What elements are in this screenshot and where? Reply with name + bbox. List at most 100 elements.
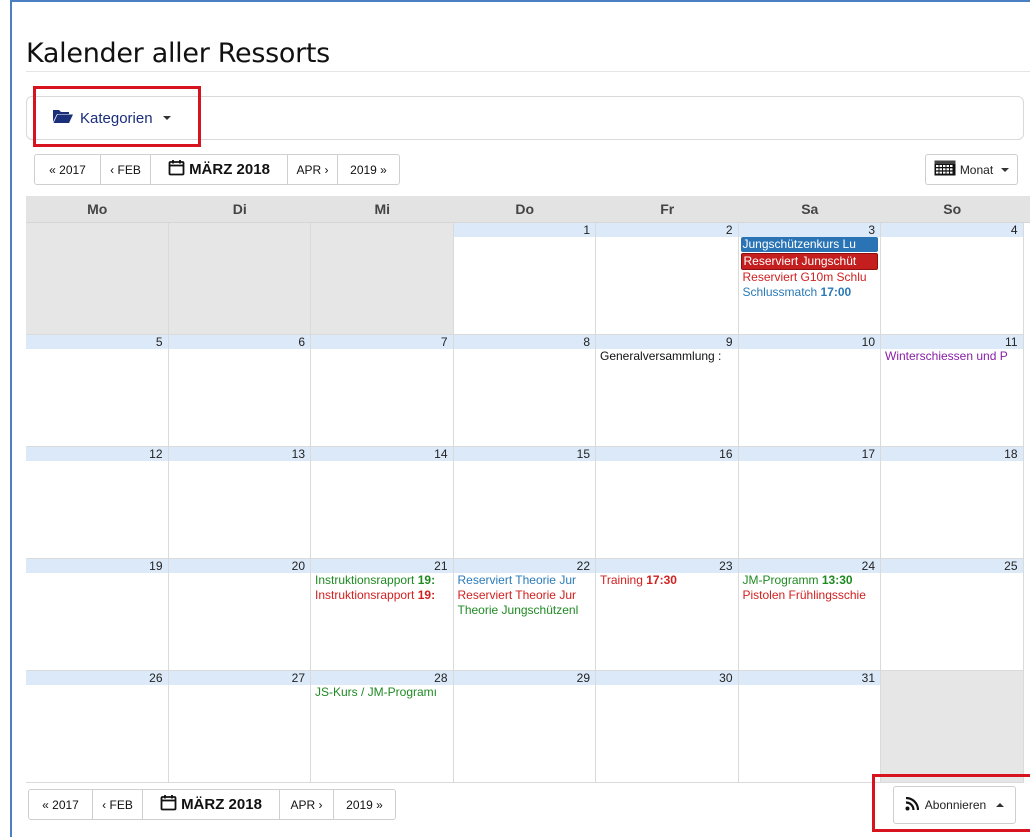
calendar-day-cell[interactable]: 6 (168, 335, 311, 447)
subscribe-dropdown-button[interactable]: Abonnieren (893, 786, 1016, 824)
calendar-day-cell[interactable]: 13 (168, 447, 311, 559)
calendar-day-cell[interactable]: 16 (596, 447, 739, 559)
caret-down-icon (162, 116, 171, 120)
calendar-day-cell[interactable]: 25 (881, 559, 1024, 671)
next-year-button[interactable]: 2019 » (334, 789, 396, 820)
current-month-label: MÄRZ 2018 (181, 796, 262, 813)
event-title: Reserviert Theorie Jur (457, 573, 577, 587)
calendar-day-empty (168, 223, 311, 335)
event-time: 13:30 (821, 573, 853, 587)
calendar-day-cell[interactable]: 30 (596, 671, 739, 783)
calendar-event[interactable]: JM-Programm 13:30 (739, 573, 881, 588)
calendar-day-empty (311, 223, 454, 335)
calendar-event[interactable]: Generalversammlung : (596, 349, 738, 364)
calendar-day-cell[interactable]: 4 (881, 223, 1024, 335)
calendar-day-cell[interactable]: 31 (738, 671, 881, 783)
calendar-weeks: 1 2 3 Jungschützenkurs Lu Reserviert Jungsch… (26, 223, 1030, 783)
event-title: Pistolen Frühlingsschie (742, 588, 866, 602)
calendar-day-cell[interactable]: 1 (453, 223, 596, 335)
day-number: 10 (738, 335, 880, 349)
calendar-day-cell[interactable]: 5 (26, 335, 169, 447)
calendar-day-cell[interactable]: 15 (453, 447, 596, 559)
current-month-button[interactable]: MÄRZ 2018 (151, 154, 288, 185)
day-number: 7 (311, 335, 453, 349)
day-number: 11 (881, 335, 1023, 349)
calendar-event[interactable]: Jungschützenkurs Lu (740, 237, 878, 252)
event-title: Generalversammlung : (600, 349, 722, 363)
day-number: 5 (26, 335, 168, 349)
page-title: Kalender aller Ressorts (26, 38, 330, 70)
day-number: 16 (596, 447, 738, 461)
next-month-button[interactable]: APR › (280, 789, 334, 820)
current-month-label: MÄRZ 2018 (189, 161, 270, 178)
calendar-day-cell[interactable]: 3 Jungschützenkurs Lu Reserviert Jungschüt… (738, 223, 881, 335)
prev-year-button[interactable]: « 2017 (34, 154, 101, 185)
calendar-day-cell[interactable]: 27 (168, 671, 311, 783)
calendar-day-cell[interactable]: 11 Winterschiessen und P (881, 335, 1024, 447)
day-number: 1 (453, 223, 595, 237)
categories-panel (26, 96, 1024, 140)
calendar-event[interactable]: JS-Kurs / JM-Programı (311, 685, 453, 700)
day-number: 18 (881, 447, 1023, 461)
calendar-week-row: 5 6 7 8 9 Generalversammlung :10 11 Winterschie… (26, 335, 1030, 447)
categories-dropdown-button[interactable]: Kategorien (52, 108, 171, 128)
day-number: 30 (596, 671, 738, 685)
next-year-button[interactable]: 2019 » (338, 154, 400, 185)
calendar-day-cell[interactable]: 10 (738, 335, 881, 447)
calendar-day-cell[interactable]: 23 Training 17:30 (596, 559, 739, 671)
prev-year-button[interactable]: « 2017 (28, 789, 93, 820)
calendar-event[interactable]: Instruktionsrapport 19: (311, 573, 453, 588)
calendar-grid-icon (934, 160, 956, 179)
calendar-day-cell[interactable]: 21 Instruktionsrapport 19: Instruktionsrap… (311, 559, 454, 671)
title-divider (26, 71, 1030, 72)
folder-open-icon (52, 108, 74, 128)
view-mode-dropdown-button[interactable]: Monat (925, 154, 1018, 185)
prev-month-button[interactable]: ‹ FEB (93, 789, 143, 820)
calendar-day-cell[interactable]: 18 (881, 447, 1024, 559)
day-number: 20 (168, 559, 310, 573)
day-number: 3 (738, 223, 880, 237)
day-number: 15 (453, 447, 595, 461)
calendar-event[interactable]: Reserviert Theorie Jur (454, 573, 596, 588)
rss-icon (905, 796, 919, 814)
day-number (26, 223, 168, 237)
calendar-day-cell[interactable]: 19 (26, 559, 169, 671)
calendar-day-cell[interactable]: 7 (311, 335, 454, 447)
day-number (311, 223, 453, 237)
calendar-day-cell[interactable]: 2 (596, 223, 739, 335)
calendar-event[interactable]: Training 17:30 (596, 573, 738, 588)
calendar-day-cell[interactable]: 24 JM-Programm 13:30 Pistolen Frühlingssch… (738, 559, 881, 671)
event-title: JM-Programm (742, 573, 822, 587)
prev-month-button[interactable]: ‹ FEB (101, 154, 151, 185)
calendar-day-cell[interactable]: 14 (311, 447, 454, 559)
calendar-day-cell[interactable]: 17 (738, 447, 881, 559)
calendar-event[interactable]: Winterschiessen und P (881, 349, 1023, 364)
calendar-day-cell[interactable]: 26 (26, 671, 169, 783)
day-number: 29 (453, 671, 595, 685)
calendar-event[interactable]: Reserviert Theorie Jur (454, 588, 596, 603)
day-number: 25 (881, 559, 1023, 573)
calendar-day-cell[interactable]: 29 (453, 671, 596, 783)
calendar-day-cell[interactable]: 12 (26, 447, 169, 559)
calendar-day-cell[interactable]: 8 (453, 335, 596, 447)
calendar-event[interactable]: Pistolen Frühlingsschie (739, 588, 881, 603)
calendar-week-row: 19 20 21 Instruktionsrapport 19: Instruktion… (26, 559, 1030, 671)
weekday-label: Di (232, 201, 247, 217)
calendar-icon (160, 794, 177, 815)
calendar-day-cell[interactable]: 28 JS-Kurs / JM-Programı (311, 671, 454, 783)
calendar-week-row: 12 13 14 15 16 17 18 (26, 447, 1030, 559)
calendar-event[interactable]: Reserviert Jungschüt (740, 253, 878, 270)
calendar-event[interactable]: Instruktionsrapport 19: (311, 588, 453, 603)
calendar-day-cell[interactable]: 9 Generalversammlung : (596, 335, 739, 447)
current-month-button[interactable]: MÄRZ 2018 (143, 789, 280, 820)
calendar-day-cell[interactable]: 22 Reserviert Theorie Jur Reserviert Theor… (453, 559, 596, 671)
day-number: 2 (596, 223, 738, 237)
weekday-label: Mo (87, 201, 108, 217)
calendar-event[interactable]: Schlussmatch 17:00 (739, 285, 881, 300)
calendar-event[interactable]: Reserviert G10m Schlu (739, 270, 881, 285)
next-month-button[interactable]: APR › (288, 154, 338, 185)
calendar-event[interactable]: Theorie Jungschützenl (454, 603, 596, 618)
calendar-day-cell[interactable]: 20 (168, 559, 311, 671)
month-calendar: Mo Di Mi Do Fr Sa So 1 2 3 Jungschützenkurs… (26, 196, 1030, 783)
day-number: 24 (738, 559, 880, 573)
